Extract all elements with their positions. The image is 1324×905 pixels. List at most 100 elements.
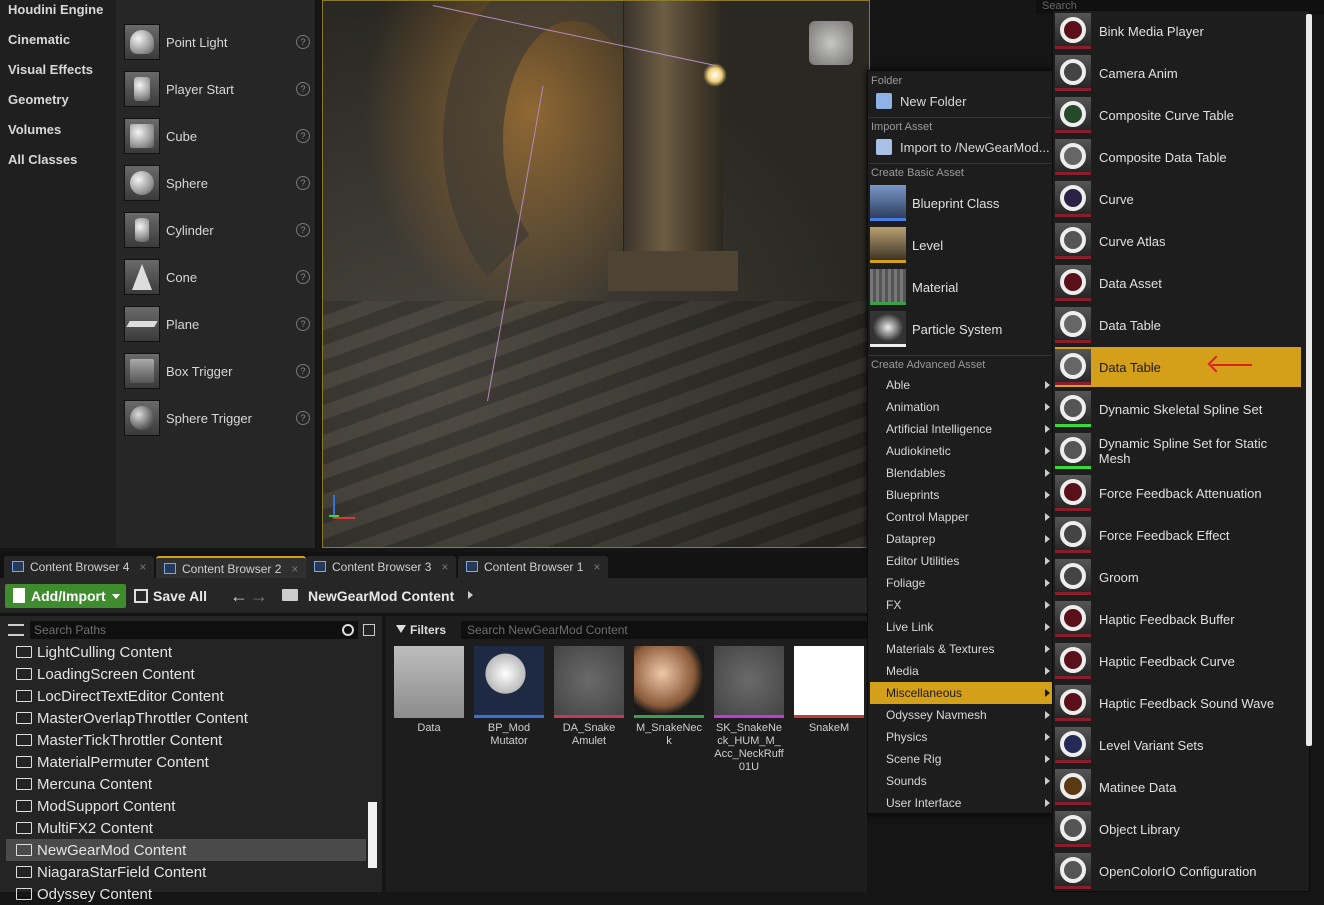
menu-item-fx[interactable]: FX — [870, 594, 1052, 616]
submenu-item-data-table[interactable]: Data Table — [1055, 347, 1301, 387]
submenu-item-composite-curve-table[interactable]: Composite Curve Table — [1055, 95, 1301, 135]
folder-locdirecttexteditor-content[interactable]: LocDirectTextEditor Content — [6, 685, 366, 707]
tab-content-browser-2[interactable]: Content Browser 2 × — [156, 556, 307, 578]
actor-plane[interactable]: Plane ? — [124, 302, 310, 346]
submenu-item-force-feedback-effect[interactable]: Force Feedback Effect — [1055, 515, 1301, 555]
menu-item-artificial-intelligence[interactable]: Artificial Intelligence — [870, 418, 1052, 440]
folder-loadingscreen-content[interactable]: LoadingScreen Content — [6, 663, 366, 685]
tab-content-browser-3[interactable]: Content Browser 3 × — [306, 556, 457, 578]
asset-tile[interactable]: DA_Snake Amulet — [554, 646, 624, 748]
menu-item-miscellaneous[interactable]: Miscellaneous — [870, 682, 1052, 704]
actor-cylinder[interactable]: Cylinder ? — [124, 208, 310, 252]
actor-cube[interactable]: Cube ? — [124, 114, 310, 158]
camera-icon[interactable] — [809, 21, 853, 65]
back-arrow-icon[interactable]: ← — [230, 586, 248, 606]
folder-newgearmod-content[interactable]: NewGearMod Content — [6, 839, 366, 861]
asset-tile[interactable]: BP_Mod Mutator — [474, 646, 544, 748]
submenu-item-curve[interactable]: Curve — [1055, 179, 1301, 219]
asset-tile[interactable]: M_SnakeNeck — [634, 646, 704, 748]
basic-material[interactable]: Material — [870, 267, 1052, 307]
folder-lightculling-content[interactable]: LightCulling Content — [6, 641, 366, 663]
new-folder-item[interactable]: New Folder — [876, 93, 966, 109]
basic-particle-system[interactable]: Particle System — [870, 309, 1052, 349]
submenu-item-haptic-feedback-curve[interactable]: Haptic Feedback Curve — [1055, 641, 1301, 681]
submenu-item-haptic-feedback-sound-wave[interactable]: Haptic Feedback Sound Wave — [1055, 683, 1301, 723]
close-icon[interactable]: × — [139, 560, 146, 574]
submenu-item-matinee-data[interactable]: Matinee Data — [1055, 767, 1301, 807]
menu-item-sounds[interactable]: Sounds — [870, 770, 1052, 792]
menu-item-blueprints[interactable]: Blueprints — [870, 484, 1052, 506]
help-icon[interactable]: ? — [296, 35, 310, 49]
close-icon[interactable]: × — [291, 562, 298, 576]
help-icon[interactable]: ? — [296, 364, 310, 378]
folder-mercuna-content[interactable]: Mercuna Content — [6, 773, 366, 795]
asset-tile[interactable]: SK_SnakeNeck_HUM_M_Acc_NeckRuff01U — [714, 646, 784, 774]
level-viewport[interactable] — [322, 0, 870, 548]
filters-button[interactable]: Filters — [392, 621, 456, 639]
close-icon[interactable]: × — [441, 560, 448, 574]
submenu-item-data-table[interactable]: Data Table — [1055, 305, 1301, 345]
basic-blueprint-class[interactable]: Blueprint Class — [870, 183, 1052, 223]
submenu-item-haptic-feedback-buffer[interactable]: Haptic Feedback Buffer — [1055, 599, 1301, 639]
menu-item-physics[interactable]: Physics — [870, 726, 1052, 748]
help-icon[interactable]: ? — [296, 223, 310, 237]
menu-item-live-link[interactable]: Live Link — [870, 616, 1052, 638]
menu-item-materials-textures[interactable]: Materials & Textures — [870, 638, 1052, 660]
actor-cone[interactable]: Cone ? — [124, 255, 310, 299]
help-icon[interactable]: ? — [296, 129, 310, 143]
folder-modsupport-content[interactable]: ModSupport Content — [6, 795, 366, 817]
category-houdini-engine[interactable]: Houdini Engine — [8, 2, 103, 17]
menu-item-editor-utilities[interactable]: Editor Utilities — [870, 550, 1052, 572]
submenu-item-bink-media-player[interactable]: Bink Media Player — [1055, 11, 1301, 51]
help-icon[interactable]: ? — [296, 411, 310, 425]
category-cinematic[interactable]: Cinematic — [8, 32, 70, 47]
view-options-icon[interactable] — [363, 624, 375, 636]
category-geometry[interactable]: Geometry — [8, 92, 69, 107]
forward-arrow-icon[interactable]: → — [250, 586, 268, 606]
menu-item-media[interactable]: Media — [870, 660, 1052, 682]
actor-box-trigger[interactable]: Box Trigger ? — [124, 349, 310, 393]
submenu-scrollbar[interactable] — [1306, 14, 1312, 746]
submenu-item-data-asset[interactable]: Data Asset — [1055, 263, 1301, 303]
folder-masteroverlapthrottler-content[interactable]: MasterOverlapThrottler Content — [6, 707, 366, 729]
close-icon[interactable]: × — [593, 560, 600, 574]
menu-item-dataprep[interactable]: Dataprep — [870, 528, 1052, 550]
submenu-item-force-feedback-attenuation[interactable]: Force Feedback Attenuation — [1055, 473, 1301, 513]
menu-item-control-mapper[interactable]: Control Mapper — [870, 506, 1052, 528]
menu-item-blendables[interactable]: Blendables — [870, 462, 1052, 484]
folder-multifx2-content[interactable]: MultiFX2 Content — [6, 817, 366, 839]
submenu-item-dynamic-skeletal-spline-set[interactable]: Dynamic Skeletal Spline Set — [1055, 389, 1301, 429]
submenu-item-groom[interactable]: Groom — [1055, 557, 1301, 597]
save-all-button[interactable]: Save All — [134, 584, 207, 608]
menu-item-scene-rig[interactable]: Scene Rig — [870, 748, 1052, 770]
menu-item-animation[interactable]: Animation — [870, 396, 1052, 418]
submenu-item-level-variant-sets[interactable]: Level Variant Sets — [1055, 725, 1301, 765]
breadcrumb[interactable]: NewGearMod Content — [308, 584, 454, 608]
help-icon[interactable]: ? — [296, 317, 310, 331]
search-assets-input[interactable]: Search NewGearMod Content — [461, 621, 867, 639]
add-import-button[interactable]: Add/Import — [5, 584, 126, 608]
actor-player-start[interactable]: Player Start ? — [124, 67, 310, 111]
help-icon[interactable]: ? — [296, 82, 310, 96]
submenu-item-opencolorio-configuration[interactable]: OpenColorIO Configuration — [1055, 851, 1301, 891]
submenu-item-camera-anim[interactable]: Camera Anim — [1055, 53, 1301, 93]
search-icon[interactable] — [342, 624, 354, 636]
folder-niagarastarfield-content[interactable]: NiagaraStarField Content — [6, 861, 366, 883]
tab-content-browser-1[interactable]: Content Browser 1 × — [458, 556, 609, 578]
actor-sphere-trigger[interactable]: Sphere Trigger ? — [124, 396, 310, 440]
paths-scrollbar[interactable] — [368, 802, 377, 868]
folder-materialpermuter-content[interactable]: MaterialPermuter Content — [6, 751, 366, 773]
basic-level[interactable]: Level — [870, 225, 1052, 265]
menu-item-odyssey-navmesh[interactable]: Odyssey Navmesh — [870, 704, 1052, 726]
submenu-item-object-library[interactable]: Object Library — [1055, 809, 1301, 849]
chevron-right-icon[interactable] — [468, 591, 473, 599]
menu-item-user-interface[interactable]: User Interface — [870, 792, 1052, 814]
category-all-classes[interactable]: All Classes — [8, 152, 77, 167]
submenu-item-curve-atlas[interactable]: Curve Atlas — [1055, 221, 1301, 261]
submenu-item-composite-data-table[interactable]: Composite Data Table — [1055, 137, 1301, 177]
actor-point-light[interactable]: Point Light ? — [124, 20, 310, 64]
menu-item-able[interactable]: Able — [870, 374, 1052, 396]
menu-item-audiokinetic[interactable]: Audiokinetic — [870, 440, 1052, 462]
folder-odyssey-content[interactable]: Odyssey Content — [6, 883, 366, 905]
submenu-item-dynamic-spline-set-for-static-mesh[interactable]: Dynamic Spline Set for Static Mesh — [1055, 431, 1301, 471]
